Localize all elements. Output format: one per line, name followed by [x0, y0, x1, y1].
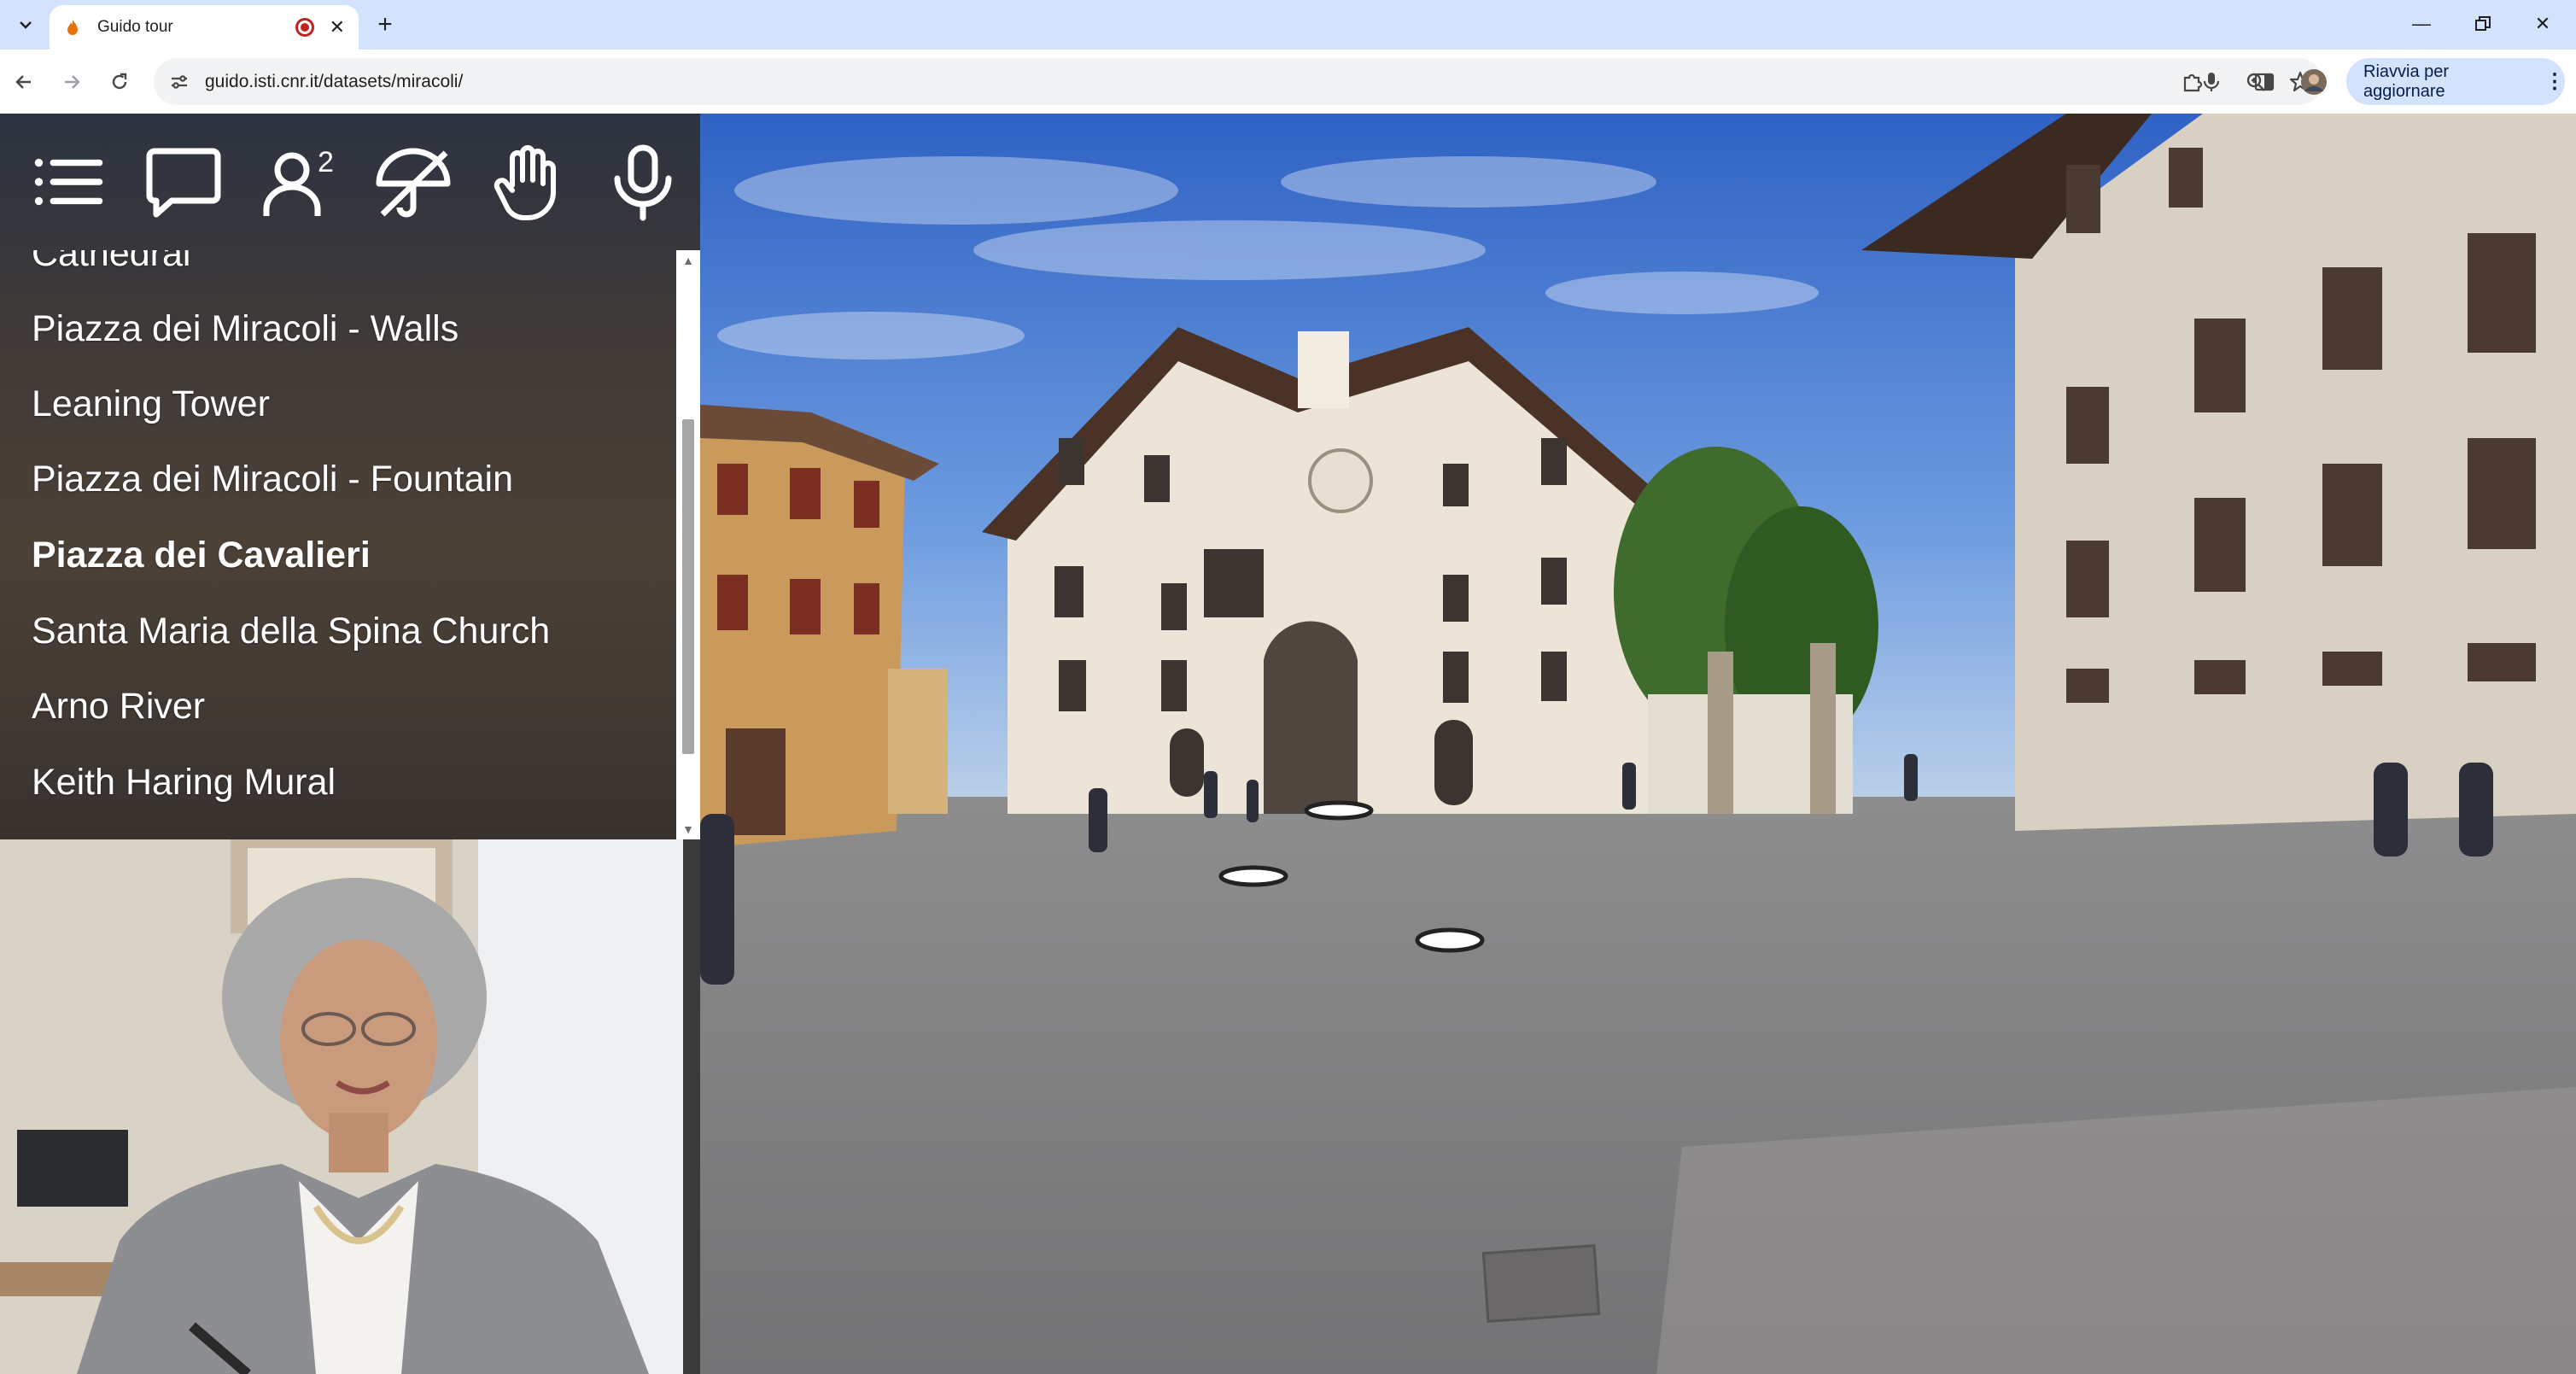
users-icon: 2 [263, 146, 334, 216]
menu-item-fountain[interactable]: Piazza dei Miracoli - Fountain [32, 459, 513, 500]
update-button-label: Riavvia per aggiornare [2363, 61, 2450, 101]
raise-hand-button[interactable] [470, 122, 585, 242]
flame-favicon-icon [67, 20, 78, 35]
profile-avatar[interactable] [2297, 65, 2331, 99]
hand-icon [494, 145, 557, 220]
chat-button[interactable] [126, 122, 241, 242]
extensions-button[interactable] [2176, 65, 2210, 99]
restore-button[interactable] [2457, 7, 2509, 41]
restore-icon [2475, 16, 2491, 31]
close-window-button[interactable]: ✕ [2517, 7, 2568, 41]
guide-video [0, 839, 700, 1374]
scrollbar-thumb[interactable] [682, 419, 694, 754]
side-panel-icon [2254, 73, 2275, 91]
update-button[interactable]: Riavvia per aggiornare ⋮ [2346, 58, 2565, 105]
weather-button[interactable] [356, 122, 470, 242]
menu-item-cathedral[interactable]: Cathedral [32, 250, 190, 275]
menu-list-icon [34, 158, 103, 206]
arrow-left-icon [15, 75, 31, 89]
users-button[interactable]: 2 [242, 122, 356, 242]
url-text[interactable]: guido.isti.cnr.it/datasets/miracoli/ [205, 72, 2189, 92]
menu-list-button[interactable] [12, 122, 126, 242]
menu-scrollbar[interactable]: ▲ ▼ [676, 250, 700, 839]
tour-icon-bar: 2 [0, 114, 700, 250]
reload-button[interactable] [102, 65, 137, 99]
panorama-view[interactable] [700, 114, 2576, 1374]
browser-toolbar: guido.isti.cnr.it/datasets/miracoli/ Ria… [0, 50, 2576, 114]
scroll-down-icon[interactable]: ▼ [676, 819, 700, 839]
new-tab-button[interactable]: + [369, 9, 401, 41]
menu-item-spina-church[interactable]: Santa Maria della Spina Church [32, 611, 550, 652]
menu-item-keith-haring-mural[interactable]: Keith Haring Mural [32, 762, 336, 804]
panorama-scene [700, 114, 2576, 1374]
guide-avatar-image [0, 839, 700, 1374]
menu-item-arno-river[interactable]: Arno River [32, 686, 205, 728]
recording-indicator-icon [295, 18, 314, 37]
site-settings-icon[interactable] [154, 72, 205, 92]
microphone-icon [614, 144, 672, 221]
menu-item-leaning-tower[interactable]: Leaning Tower [32, 383, 270, 425]
minimize-button[interactable]: — [2396, 7, 2447, 41]
microphone-button[interactable] [586, 122, 700, 242]
side-panel-button[interactable] [2247, 65, 2281, 99]
menu-item-piazza-dei-cavalieri[interactable]: Piazza dei Cavalieri [32, 535, 371, 576]
address-bar[interactable]: guido.isti.cnr.it/datasets/miracoli/ [154, 58, 2322, 105]
chevron-down-icon [20, 21, 32, 29]
tour-side-panel: 2 Cathedral Piazza dei Miracoli - Walls … [0, 114, 700, 839]
forward-button[interactable] [55, 65, 89, 99]
back-button[interactable] [7, 65, 41, 99]
tab-search-button[interactable] [9, 9, 43, 41]
tab-close-icon[interactable]: ✕ [330, 16, 345, 38]
tab-title: Guido tour [97, 18, 173, 36]
users-count: 2 [318, 146, 334, 178]
avatar-icon [2301, 69, 2327, 95]
scroll-up-icon[interactable]: ▲ [676, 250, 700, 271]
reload-icon [112, 73, 127, 90]
puzzle-icon [2183, 73, 2203, 92]
chat-bubble-icon [146, 148, 221, 218]
arrow-right-icon [65, 75, 80, 89]
tour-viewport: 2 Cathedral Piazza dei Miracoli - Walls … [0, 114, 2576, 1374]
browser-tab[interactable]: Guido tour ✕ [50, 5, 359, 50]
more-vert-icon: ⋮ [2544, 70, 2565, 93]
menu-item-walls[interactable]: Piazza dei Miracoli - Walls [32, 308, 459, 350]
tour-stops-list[interactable]: Cathedral Piazza dei Miracoli - Walls Le… [0, 250, 675, 839]
umbrella-off-icon [376, 148, 451, 218]
browser-tab-strip: Guido tour ✕ + — ✕ [0, 0, 2576, 50]
